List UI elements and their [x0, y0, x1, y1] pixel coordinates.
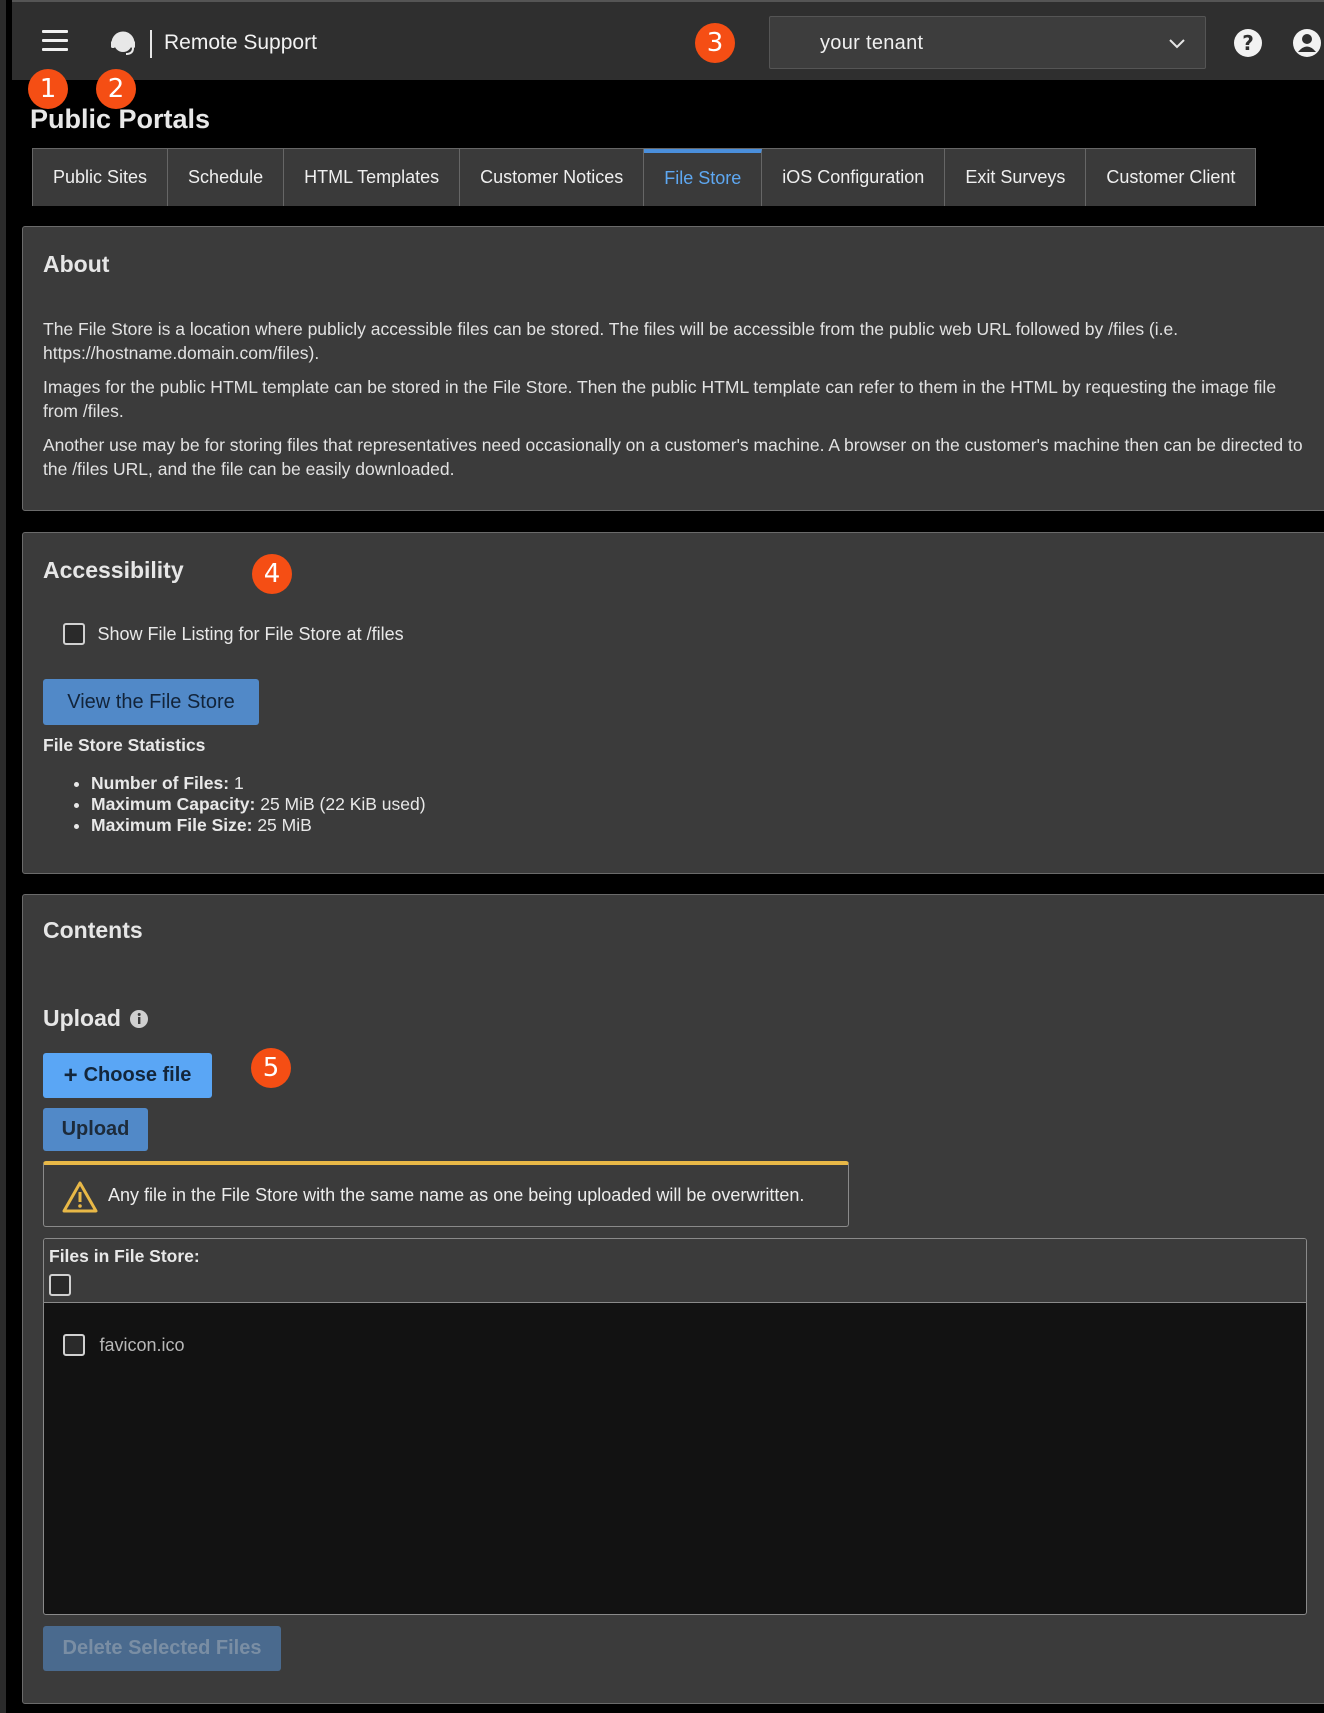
tab-file-store[interactable]: File Store [644, 149, 763, 206]
chevron-down-icon [1169, 39, 1185, 49]
upload-title: Upload [43, 1005, 121, 1031]
file-row[interactable]: favicon.ico [63, 1334, 185, 1356]
about-paragraph-3: Another use may be for storing files tha… [43, 435, 1303, 479]
tab-exit-surveys[interactable]: Exit Surveys [945, 149, 1087, 206]
file-row-checkbox[interactable] [63, 1334, 85, 1356]
hamburger-menu-icon[interactable] [42, 30, 68, 52]
about-panel: About The File Store is a location where… [22, 226, 1324, 511]
user-account-icon[interactable] [1292, 28, 1322, 58]
tab-schedule[interactable]: Schedule [168, 149, 285, 206]
view-file-store-button[interactable]: View the File Store [43, 679, 259, 725]
annotation-badge-5: 5 [251, 1048, 291, 1088]
tenant-value: your tenant [820, 32, 924, 54]
about-paragraph-2: Images for the public HTML template can … [43, 377, 1277, 421]
about-paragraph-1: The File Store is a location where publi… [43, 319, 1179, 363]
tab-customer-client[interactable]: Customer Client [1086, 149, 1255, 206]
stats-list: Number of Files: 1 Maximum Capacity: 25 … [91, 773, 426, 836]
annotation-badge-3: 3 [695, 23, 735, 63]
brand-separator [150, 30, 152, 58]
about-title: About [43, 251, 110, 277]
annotation-badge-4: 4 [252, 554, 292, 594]
headset-logo-icon [111, 31, 135, 55]
files-list-header: Files in File Store: [44, 1239, 1306, 1303]
tab-bar: Public Sites Schedule HTML Templates Cus… [32, 148, 1257, 206]
tab-ios-configuration[interactable]: iOS Configuration [762, 149, 946, 206]
annotation-badge-2: 2 [96, 69, 136, 109]
choose-file-button[interactable]: + Choose file [43, 1053, 212, 1098]
contents-title: Contents [43, 917, 143, 943]
show-listing-label: Show File Listing for File Store at /fil… [97, 623, 404, 644]
tab-html-templates[interactable]: HTML Templates [284, 149, 461, 206]
upload-heading: Upload [43, 1005, 149, 1032]
contents-panel: Contents Upload + Choose file Upload Any … [22, 894, 1324, 1704]
top-bar: Remote Support your tenant ? [12, 0, 1324, 80]
delete-selected-files-button[interactable]: Delete Selected Files [43, 1626, 281, 1671]
show-listing-option: Show File Listing for File Store at /fil… [63, 623, 404, 645]
plus-icon: + [63, 1062, 78, 1089]
stat-maximum-file-size: Maximum File Size: 25 MiB [91, 815, 426, 836]
info-icon[interactable] [129, 1009, 149, 1029]
stats-title: File Store Statistics [43, 735, 206, 755]
accessibility-panel: Accessibility Show File Listing for File… [22, 532, 1324, 874]
warning-icon [62, 1181, 98, 1213]
overwrite-warning: Any file in the File Store with the same… [43, 1161, 849, 1227]
files-list-box: Files in File Store: favicon.ico [43, 1238, 1307, 1615]
page-title: Public Portals [30, 104, 211, 134]
tab-public-sites[interactable]: Public Sites [33, 149, 169, 206]
warning-text: Any file in the File Store with the same… [108, 1185, 805, 1205]
accessibility-title: Accessibility [43, 557, 184, 583]
svg-text:?: ? [1242, 31, 1254, 55]
choose-file-label: Choose file [83, 1064, 192, 1086]
upload-button[interactable]: Upload [43, 1108, 148, 1151]
stat-number-of-files: Number of Files: 1 [91, 773, 426, 794]
app-window: Remote Support your tenant ? 1 2 3 Publi… [0, 0, 1324, 1713]
help-icon[interactable]: ? [1233, 28, 1263, 58]
tab-customer-notices[interactable]: Customer Notices [460, 149, 645, 206]
stat-maximum-capacity: Maximum Capacity: 25 MiB (22 KiB used) [91, 794, 426, 815]
files-label: Files in File Store: [49, 1246, 200, 1266]
select-all-checkbox[interactable] [49, 1274, 71, 1296]
app-brand: Remote Support [164, 31, 317, 54]
annotation-badge-1: 1 [28, 69, 68, 109]
tenant-select[interactable]: your tenant [769, 16, 1206, 69]
show-listing-checkbox[interactable] [63, 623, 85, 645]
file-name: favicon.ico [99, 1334, 185, 1355]
